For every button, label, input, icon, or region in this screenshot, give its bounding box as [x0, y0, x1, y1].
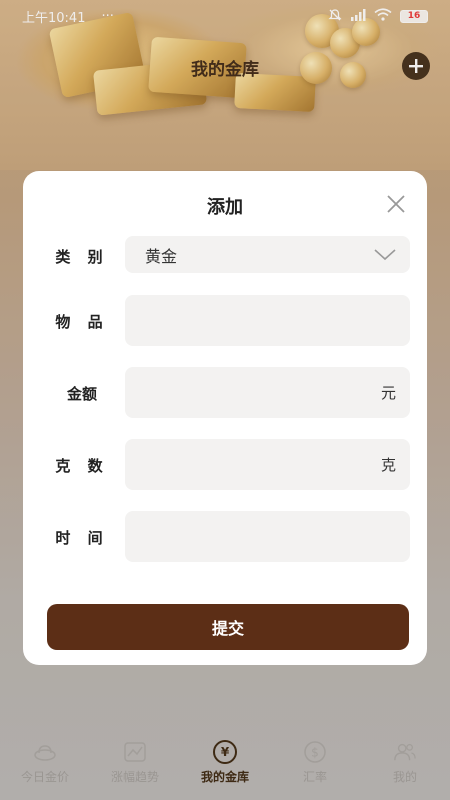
add-dialog: 添加 类 别 黄金 物 品 金额 元 克 数 克 时 间 提交	[23, 171, 427, 665]
amount-label: 金额	[66, 385, 97, 403]
tab-mine[interactable]: 我的	[360, 740, 450, 785]
tab-label: 涨幅趋势	[110, 770, 159, 784]
close-button[interactable]	[385, 193, 407, 215]
time-label: 时 间	[55, 529, 109, 547]
amount-input[interactable]: 元	[125, 367, 410, 418]
users-icon	[393, 740, 417, 764]
grams-input[interactable]: 克	[125, 439, 410, 490]
tab-label: 我的金库	[200, 770, 249, 784]
submit-button[interactable]: 提交	[47, 604, 409, 650]
dialog-title: 添加	[207, 197, 243, 218]
category-label: 类 别	[55, 248, 109, 266]
category-select[interactable]: 黄金	[125, 236, 410, 273]
amount-unit: 元	[380, 384, 396, 402]
category-value: 黄金	[145, 246, 178, 266]
close-icon	[387, 195, 405, 213]
tab-trend[interactable]: 涨幅趋势	[90, 740, 180, 785]
bottom-tab-bar: 今日金价 涨幅趋势 ¥ 我的金库 $ 汇率 我的	[0, 740, 450, 800]
tab-label: 我的	[392, 770, 417, 784]
item-label: 物 品	[55, 313, 109, 331]
tab-label: 今日金价	[20, 770, 69, 784]
trend-chart-icon	[123, 740, 147, 764]
tab-exchange-rate[interactable]: $ 汇率	[270, 740, 360, 785]
dollar-coin-icon: $	[303, 740, 327, 764]
chevron-down-icon	[374, 248, 396, 260]
svg-text:$: $	[311, 746, 319, 760]
item-input[interactable]	[125, 295, 410, 346]
grams-unit: 克	[380, 456, 396, 474]
yen-coin-icon: ¥	[213, 740, 237, 764]
tab-label: 汇率	[302, 770, 327, 784]
gold-ingot-icon	[33, 740, 57, 764]
tab-my-vault[interactable]: ¥ 我的金库	[180, 740, 270, 785]
time-picker[interactable]	[125, 511, 410, 562]
grams-label: 克 数	[55, 457, 109, 475]
tab-today-price[interactable]: 今日金价	[0, 740, 90, 785]
